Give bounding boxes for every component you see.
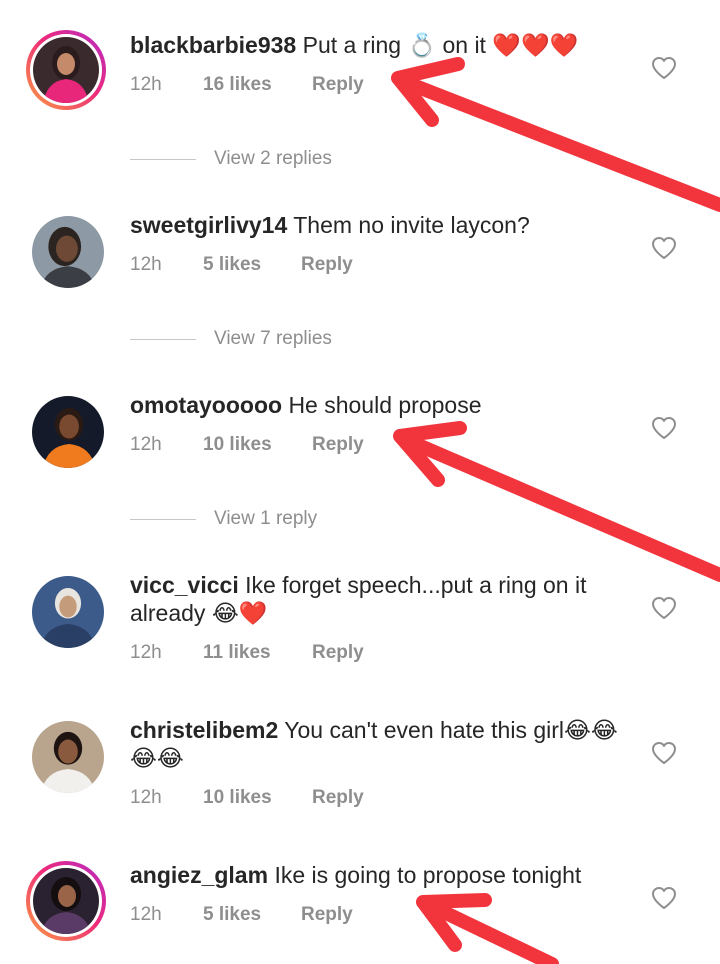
comment-username[interactable]: omotayooooo — [130, 392, 282, 418]
comment-text: omotayooooo He should propose — [130, 391, 620, 419]
comment-text: vicc_vicci Ike forget speech...put a rin… — [130, 571, 620, 627]
comment-username[interactable]: vicc_vicci — [130, 572, 239, 598]
comment-text: sweetgirlivy14 Them no invite laycon? — [130, 211, 620, 239]
reply-button[interactable]: Reply — [312, 642, 364, 664]
comment-time: 12h — [130, 74, 162, 95]
heart-outline-icon[interactable] — [651, 56, 677, 80]
reply-button[interactable]: Reply — [312, 74, 364, 96]
comment-likes[interactable]: 11 likes — [203, 642, 271, 664]
reply-button[interactable]: Reply — [312, 434, 364, 456]
comment-likes[interactable]: 5 likes — [203, 254, 261, 276]
heart-outline-icon[interactable] — [651, 886, 677, 910]
heart-outline-icon[interactable] — [651, 596, 677, 620]
comment-time: 12h — [130, 787, 162, 808]
avatar-woman-white-outfit-icon — [32, 721, 104, 793]
comment-likes[interactable]: 10 likes — [203, 787, 272, 809]
comment-body: Put a ring 💍 on it ❤️❤️❤️ — [302, 32, 579, 58]
comment-time: 12h — [130, 642, 162, 663]
avatar[interactable] — [26, 30, 106, 110]
avatar-woman-selfie-icon — [32, 216, 104, 288]
heart-outline-icon[interactable] — [651, 236, 677, 260]
heart-outline-icon[interactable] — [651, 741, 677, 765]
comment-body: Ike is going to propose tonight — [274, 862, 582, 888]
comment-username[interactable]: blackbarbie938 — [130, 32, 296, 58]
replies-divider — [130, 519, 196, 520]
comment-time: 12h — [130, 434, 162, 455]
reply-button[interactable]: Reply — [312, 787, 364, 809]
comment-username[interactable]: christelibem2 — [130, 717, 278, 743]
avatar[interactable] — [32, 396, 104, 468]
comment-body: Them no invite laycon? — [293, 212, 530, 238]
comment-likes[interactable]: 16 likes — [203, 74, 272, 96]
heart-outline-icon[interactable] — [651, 416, 677, 440]
avatar-woman-pink-dress-icon — [33, 37, 99, 103]
avatar[interactable] — [32, 216, 104, 288]
avatar[interactable] — [32, 576, 104, 648]
comment-username[interactable]: sweetgirlivy14 — [130, 212, 287, 238]
avatar-woman-glam-icon — [33, 868, 99, 934]
comment-likes[interactable]: 5 likes — [203, 904, 261, 926]
comment-body: He should propose — [288, 392, 482, 418]
avatar-person-blue-icon — [32, 576, 104, 648]
comment-text: blackbarbie938 Put a ring 💍 on it ❤️❤️❤️ — [130, 31, 620, 59]
avatar[interactable] — [32, 721, 104, 793]
comment-text: angiez_glam Ike is going to propose toni… — [130, 861, 620, 889]
replies-divider — [130, 159, 196, 160]
avatar-woman-orange-top-icon — [32, 396, 104, 468]
comment-username[interactable]: angiez_glam — [130, 862, 268, 888]
view-replies-label[interactable]: View 1 reply — [214, 508, 317, 530]
comment-text: christelibem2 You can't even hate this g… — [130, 716, 620, 772]
view-replies-label[interactable]: View 7 replies — [214, 328, 332, 350]
comment-time: 12h — [130, 904, 162, 925]
reply-button[interactable]: Reply — [301, 254, 353, 276]
comment-list: blackbarbie938 Put a ring 💍 on it ❤️❤️❤️… — [0, 0, 720, 964]
comment-likes[interactable]: 10 likes — [203, 434, 272, 456]
replies-divider — [130, 339, 196, 340]
view-replies-label[interactable]: View 2 replies — [214, 148, 332, 170]
reply-button[interactable]: Reply — [301, 904, 353, 926]
comment-time: 12h — [130, 254, 162, 275]
avatar[interactable] — [26, 861, 106, 941]
